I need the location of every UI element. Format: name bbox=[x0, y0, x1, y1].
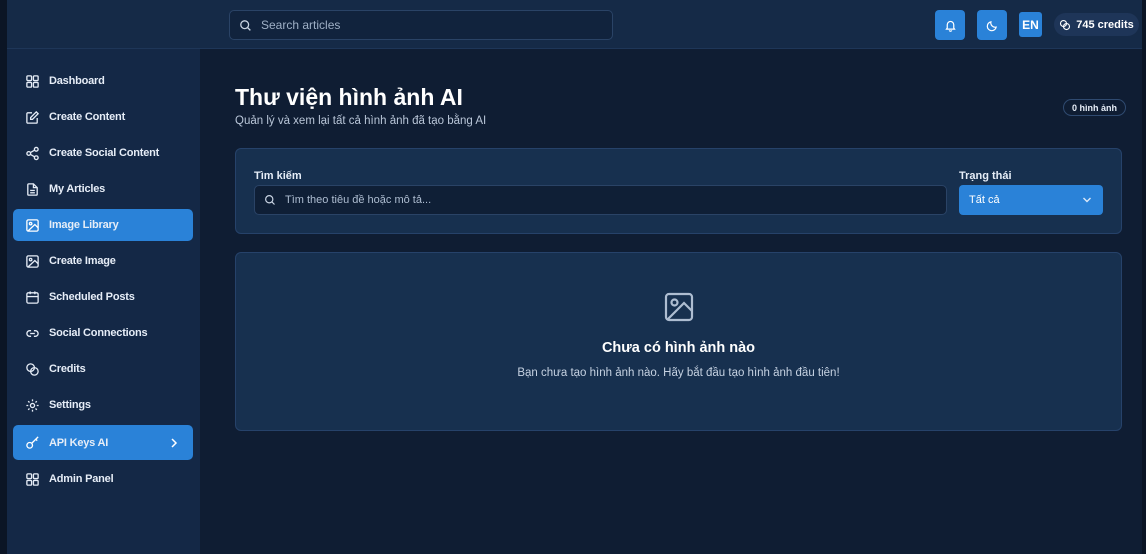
sidebar-item-label: API Keys AI bbox=[49, 436, 109, 449]
top-bar: Search articles EN 745 credits bbox=[7, 0, 1142, 49]
sidebar-item-credits[interactable]: Credits bbox=[13, 353, 193, 385]
share-icon bbox=[26, 146, 39, 160]
page-title: Thư viện hình ảnh AI bbox=[235, 84, 463, 110]
sidebar-item-label: Dashboard bbox=[49, 75, 105, 87]
sidebar-item-label: Create Image bbox=[49, 255, 116, 267]
sidebar-item-scheduled-posts[interactable]: Scheduled Posts bbox=[13, 281, 193, 313]
search-icon bbox=[265, 195, 275, 205]
image-icon bbox=[664, 292, 694, 322]
sidebar-item-label: Create Content bbox=[49, 111, 126, 123]
sidebar-item-label: Create Social Content bbox=[49, 147, 160, 159]
empty-state-card: Chưa có hình ảnh nào Bạn chưa tạo hình ả… bbox=[235, 252, 1122, 431]
moon-icon bbox=[986, 20, 997, 31]
sidebar-item-dashboard[interactable]: Dashboard bbox=[13, 65, 193, 97]
image-search-placeholder: Tìm theo tiêu đề hoặc mô tả... bbox=[285, 194, 432, 206]
sidebar-item-label: Image Library bbox=[49, 219, 119, 231]
sidebar-item-label: My Articles bbox=[49, 183, 106, 195]
chevron-down-icon bbox=[1083, 197, 1091, 203]
search-articles-input[interactable]: Search articles bbox=[229, 10, 613, 40]
sidebar-item-label: Credits bbox=[49, 363, 86, 375]
sidebar-item-social-connections[interactable]: Social Connections bbox=[13, 317, 193, 349]
status-label: Trạng thái bbox=[959, 170, 1012, 182]
sidebar-item-api-keys-ai[interactable]: API Keys AI bbox=[13, 425, 193, 460]
theme-toggle-button[interactable] bbox=[977, 10, 1007, 40]
dashboard-icon bbox=[26, 74, 39, 88]
search-placeholder: Search articles bbox=[261, 18, 341, 32]
key-icon bbox=[26, 436, 39, 449]
sidebar-item-admin-panel[interactable]: Admin Panel bbox=[13, 463, 193, 495]
notifications-button[interactable] bbox=[935, 10, 965, 40]
window-edge-left bbox=[0, 0, 7, 554]
image-search-input[interactable]: Tìm theo tiêu đề hoặc mô tả... bbox=[254, 185, 947, 215]
search-label: Tìm kiếm bbox=[254, 170, 302, 182]
sidebar-item-image-library[interactable]: Image Library bbox=[13, 209, 193, 241]
empty-state-title: Chưa có hình ảnh nào bbox=[601, 340, 756, 356]
dashboard-icon bbox=[26, 472, 39, 486]
page-subtitle: Quản lý và xem lại tất cả hình ảnh đã tạ… bbox=[235, 115, 487, 127]
link-icon bbox=[26, 329, 39, 337]
gear-icon bbox=[26, 398, 39, 412]
sidebar-item-label: Settings bbox=[49, 399, 91, 411]
credits-label: 745 credits bbox=[1076, 18, 1134, 31]
language-button[interactable]: EN bbox=[1019, 12, 1042, 37]
coins-icon bbox=[1060, 19, 1071, 30]
credits-badge[interactable]: 745 credits bbox=[1054, 13, 1139, 36]
sidebar-item-settings[interactable]: Settings bbox=[13, 389, 193, 421]
status-select[interactable]: Tất cả bbox=[959, 185, 1103, 215]
image-icon bbox=[26, 218, 39, 232]
sidebar: Dashboard Create Content Create Social C… bbox=[7, 49, 200, 554]
calendar-icon bbox=[26, 290, 39, 304]
filter-card: Tìm kiếm Tìm theo tiêu đề hoặc mô tả... … bbox=[235, 148, 1122, 234]
search-icon bbox=[240, 19, 251, 31]
coins-icon bbox=[26, 362, 39, 376]
sidebar-item-label: Scheduled Posts bbox=[49, 291, 135, 303]
sidebar-item-my-articles[interactable]: My Articles bbox=[13, 173, 193, 205]
document-icon bbox=[27, 182, 38, 196]
sidebar-item-label: Admin Panel bbox=[49, 473, 114, 485]
sidebar-item-create-image[interactable]: Create Image bbox=[13, 245, 193, 277]
window-edge-right bbox=[1142, 0, 1146, 554]
sidebar-item-create-social-content[interactable]: Create Social Content bbox=[13, 137, 193, 169]
chevron-right-icon bbox=[171, 438, 178, 448]
image-icon bbox=[26, 254, 39, 268]
sidebar-item-create-content[interactable]: Create Content bbox=[13, 101, 193, 133]
image-count-badge: 0 hình ảnh bbox=[1063, 99, 1126, 116]
sidebar-item-label: Social Connections bbox=[49, 327, 148, 339]
bell-icon bbox=[944, 20, 956, 32]
empty-state-description: Bạn chưa tạo hình ảnh nào. Hãy bắt đầu t… bbox=[517, 367, 840, 379]
status-select-value: Tất cả bbox=[969, 194, 1000, 206]
edit-icon bbox=[26, 110, 40, 124]
